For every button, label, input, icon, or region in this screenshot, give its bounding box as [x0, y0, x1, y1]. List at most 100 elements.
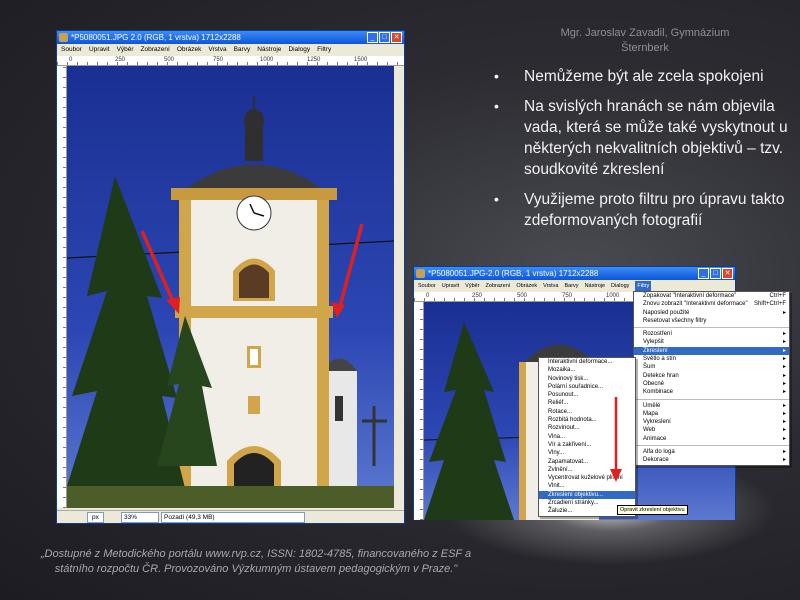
filters-menu-item[interactable]: Zopakovat "Interaktivní deformace" Ctrl+F — [634, 292, 789, 300]
filters-menu-item[interactable]: Animace ▸ — [634, 435, 789, 443]
distort-menu-item[interactable]: Polární souřadnice... — [539, 383, 635, 391]
filters-menu-item[interactable]: Resetovat všechny filtry — [634, 317, 789, 325]
filters-menu-item[interactable]: Vylepšit ▸ — [634, 338, 789, 346]
filters-menu-item[interactable]: Vykreslení ▸ — [634, 418, 789, 426]
submenu-arrow-icon: ▸ — [782, 380, 786, 387]
menu-item-label: Vykreslení — [643, 419, 671, 426]
ruler-label: 1500 — [354, 57, 368, 63]
submenu-arrow-icon: ▸ — [782, 339, 786, 346]
close-icon[interactable]: ✕ — [722, 268, 733, 279]
window-title: *P5080051.JPG 2.0 (RGB, 1 vrstva) 1712x2… — [71, 33, 241, 42]
minimize-icon[interactable]: _ — [698, 268, 709, 279]
bullet-text: Využijeme proto filtru pro úpravu takto … — [524, 191, 785, 229]
gimp-filter-window[interactable]: *P5080051.JPG-2.0 (RGB, 1 vrstva) 1712x2… — [413, 266, 790, 520]
footer-line-2: státního rozpočtu ČR. Provozováno Výzkum… — [54, 563, 458, 575]
menu-vyber[interactable]: Výběr — [117, 45, 134, 55]
filters-menu-item[interactable]: Detekce hran ▸ — [634, 372, 789, 380]
close-icon[interactable]: ✕ — [391, 32, 402, 43]
ruler-label: 1250 — [307, 57, 321, 63]
filters-menu-item[interactable]: Šum ▸ — [634, 363, 789, 371]
filters-menu-item[interactable]: Rozostření ▸ — [634, 330, 789, 338]
zoom-select[interactable]: 33% — [121, 512, 159, 523]
menu-soubor[interactable]: Soubor — [61, 45, 82, 55]
menu-item-label: Zkreslení — [643, 347, 668, 354]
menu-vrstva[interactable]: Vrstva — [543, 281, 558, 291]
menu-obrazek[interactable]: Obrázek — [516, 281, 537, 291]
menu-zobrazeni[interactable]: Zobrazení — [486, 281, 511, 291]
vertical-ruler — [414, 302, 424, 520]
menu-obrazek[interactable]: Obrázek — [177, 45, 202, 55]
ruler-label: 750 — [562, 293, 573, 299]
menu-dialogy[interactable]: Dialogy — [611, 281, 629, 291]
menu-item-label: Detekce hran — [643, 372, 679, 379]
bullet-item: • Na svislých hranách se nám objevila vad… — [494, 98, 788, 178]
menu-separator — [634, 398, 789, 400]
unit-select[interactable]: px — [87, 512, 104, 523]
gimp-icon — [416, 269, 425, 278]
filters-menu-item[interactable]: Obecné ▸ — [634, 380, 789, 388]
menu-vyber[interactable]: Výběr — [465, 281, 479, 291]
maximize-icon[interactable]: □ — [710, 268, 721, 279]
filters-menu-item[interactable]: Umělé ▸ — [634, 402, 789, 410]
filters-menu-item[interactable]: Zkreslení ▸ — [634, 346, 789, 356]
gimp-icon — [59, 33, 68, 42]
menubar: Soubor Upravit Výběr Zobrazení Obrázek V… — [414, 281, 735, 291]
horizontal-ruler: 0 250 500 750 1000 1250 1500 — [57, 56, 404, 66]
submenu-arrow-icon: ▸ — [782, 356, 786, 363]
menu-separator — [634, 327, 789, 329]
statusbar: px 33% Pozadí (49,3 MB) — [57, 510, 404, 523]
menu-item-label: Vylepšit — [643, 339, 664, 346]
menu-barvy[interactable]: Barvy — [234, 45, 251, 55]
menu-nastroje[interactable]: Nástroje — [585, 281, 605, 291]
distort-menu-item[interactable]: Interaktivní deformace... — [539, 358, 635, 366]
filters-menu-item[interactable]: Kombinace ▸ — [634, 388, 789, 396]
submenu-arrow-icon: ▸ — [782, 372, 786, 379]
filters-menu-item[interactable]: Znovu zobrazit "Interaktivní deformace" S… — [634, 300, 789, 308]
filters-menu-item[interactable]: Dekorace ▸ — [634, 456, 789, 464]
menu-vrstva[interactable]: Vrstva — [208, 45, 226, 55]
distort-menu-item[interactable]: Novinový tisk... — [539, 375, 635, 383]
menu-nastroje[interactable]: Nástroje — [257, 45, 281, 55]
filters-menu-item[interactable]: Alfa do loga ▸ — [634, 448, 789, 456]
menu-upravit[interactable]: Upravit — [442, 281, 459, 291]
minimize-icon[interactable]: _ — [367, 32, 378, 43]
filters-menu-item[interactable]: Naposled použité ▸ — [634, 309, 789, 317]
filters-menu-item[interactable]: Světlo a stín ▸ — [634, 355, 789, 363]
distort-menu-item[interactable]: Mozaika... — [539, 366, 635, 374]
submenu-arrow-icon: ▸ — [782, 410, 786, 417]
church-photo — [67, 96, 394, 508]
menu-soubor[interactable]: Soubor — [418, 281, 436, 291]
distort-menu-item[interactable]: Zkreslení objektivu... — [539, 490, 635, 500]
gimp-image-window[interactable]: *P5080051.JPG 2.0 (RGB, 1 vrstva) 1712x2… — [56, 30, 405, 524]
ruler-label: 500 — [517, 293, 528, 299]
menubar: Soubor Upravit Výběr Zobrazení Obrázek V… — [57, 45, 404, 55]
window-titlebar[interactable]: *P5080051.JPG-2.0 (RGB, 1 vrstva) 1712x2… — [414, 267, 735, 280]
window-titlebar[interactable]: *P5080051.JPG 2.0 (RGB, 1 vrstva) 1712x2… — [57, 31, 404, 44]
menu-upravit[interactable]: Upravit — [89, 45, 110, 55]
submenu-arrow-icon: ▸ — [782, 427, 786, 434]
menu-filtry[interactable]: Filtry — [317, 45, 331, 55]
bullet-text: Na svislých hranách se nám objevila vada… — [524, 98, 788, 178]
maximize-icon[interactable]: □ — [379, 32, 390, 43]
vertical-ruler — [57, 66, 67, 508]
menu-separator — [634, 445, 789, 447]
submenu-arrow-icon: ▸ — [782, 435, 786, 442]
image-canvas[interactable] — [67, 66, 394, 508]
menu-item-label: Resetovat všechny filtry — [643, 317, 707, 324]
submenu-arrow-icon: ▸ — [782, 389, 786, 396]
menu-zobrazeni[interactable]: Zobrazení — [141, 45, 170, 55]
red-arrow — [610, 397, 622, 482]
submenu-arrow-icon: ▸ — [782, 402, 786, 409]
menu-dialogy[interactable]: Dialogy — [288, 45, 310, 55]
menu-filtry[interactable]: Filtry — [635, 281, 652, 291]
author-credit: Mgr. Jaroslav Zavadil, Gymnázium Šternbe… — [545, 26, 745, 56]
menu-item-label: Kombinace — [643, 389, 674, 396]
filters-menu-item[interactable]: Web ▸ — [634, 426, 789, 434]
ruler-label: 250 — [472, 293, 483, 299]
menu-barvy[interactable]: Barvy — [565, 281, 579, 291]
filters-menu-item[interactable]: Mapa ▸ — [634, 410, 789, 418]
tooltip: Opravit zkreslení objektivu — [617, 505, 688, 515]
submenu-arrow-icon: ▸ — [782, 449, 786, 456]
author-line-2: Šternberk — [621, 42, 669, 54]
menu-item-label: Znovu zobrazit "Interaktivní deformace" — [643, 301, 748, 308]
